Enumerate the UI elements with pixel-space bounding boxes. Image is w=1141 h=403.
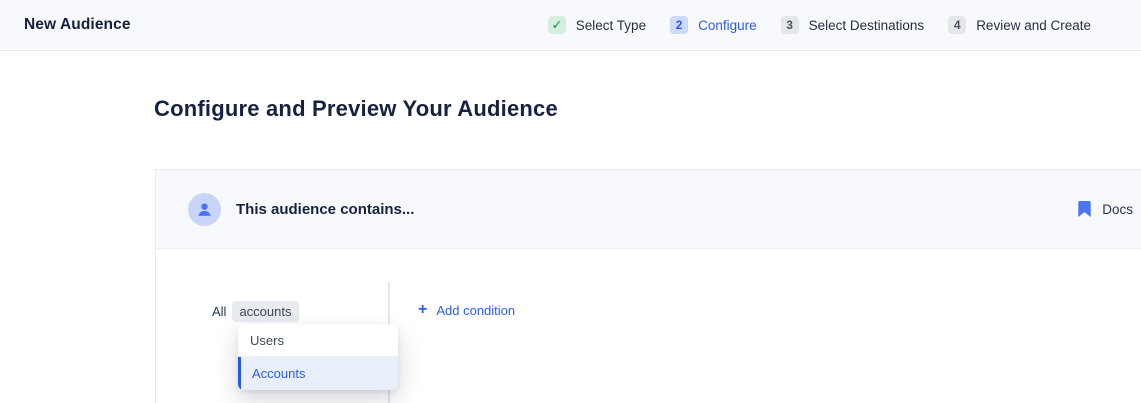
audience-config-panel: This audience contains... Docs All accou… bbox=[155, 169, 1141, 403]
entity-select-pill[interactable]: accounts bbox=[232, 301, 298, 322]
panel-title: This audience contains... bbox=[236, 201, 414, 218]
dropdown-option-accounts[interactable]: Accounts bbox=[238, 357, 398, 390]
add-condition-button[interactable]: + Add condition bbox=[418, 302, 515, 318]
step-number-badge: 4 bbox=[948, 16, 966, 34]
plus-icon: + bbox=[418, 302, 427, 318]
app-title: New Audience bbox=[24, 16, 131, 34]
bookmark-icon bbox=[1078, 201, 1091, 217]
panel-header: This audience contains... Docs bbox=[156, 170, 1141, 249]
docs-label: Docs bbox=[1102, 202, 1133, 217]
step-label: Select Type bbox=[576, 18, 646, 33]
entity-dropdown-menu: Users Accounts bbox=[238, 324, 398, 390]
add-condition-label: Add condition bbox=[436, 303, 515, 318]
step-review-and-create[interactable]: 4 Review and Create bbox=[948, 16, 1091, 34]
step-number-badge: 3 bbox=[781, 16, 799, 34]
person-icon bbox=[188, 193, 221, 226]
step-number-badge: 2 bbox=[670, 16, 688, 34]
step-label: Select Destinations bbox=[809, 18, 925, 33]
page-title: Configure and Preview Your Audience bbox=[154, 96, 558, 122]
dropdown-option-users[interactable]: Users bbox=[238, 324, 398, 356]
step-label: Review and Create bbox=[976, 18, 1091, 33]
step-configure[interactable]: 2 Configure bbox=[670, 16, 757, 34]
group-operator-label: All bbox=[212, 304, 226, 319]
step-label: Configure bbox=[698, 18, 757, 33]
check-icon: ✓ bbox=[548, 16, 566, 34]
wizard-stepper: ✓ Select Type 2 Configure 3 Select Desti… bbox=[548, 16, 1141, 34]
top-bar: New Audience ✓ Select Type 2 Configure 3… bbox=[0, 0, 1141, 51]
docs-link[interactable]: Docs bbox=[1078, 201, 1137, 217]
condition-builder: All accounts + Add condition Users Accou… bbox=[156, 249, 1141, 403]
group-row: All accounts bbox=[212, 301, 299, 322]
step-select-type[interactable]: ✓ Select Type bbox=[548, 16, 646, 34]
step-select-destinations[interactable]: 3 Select Destinations bbox=[781, 16, 925, 34]
